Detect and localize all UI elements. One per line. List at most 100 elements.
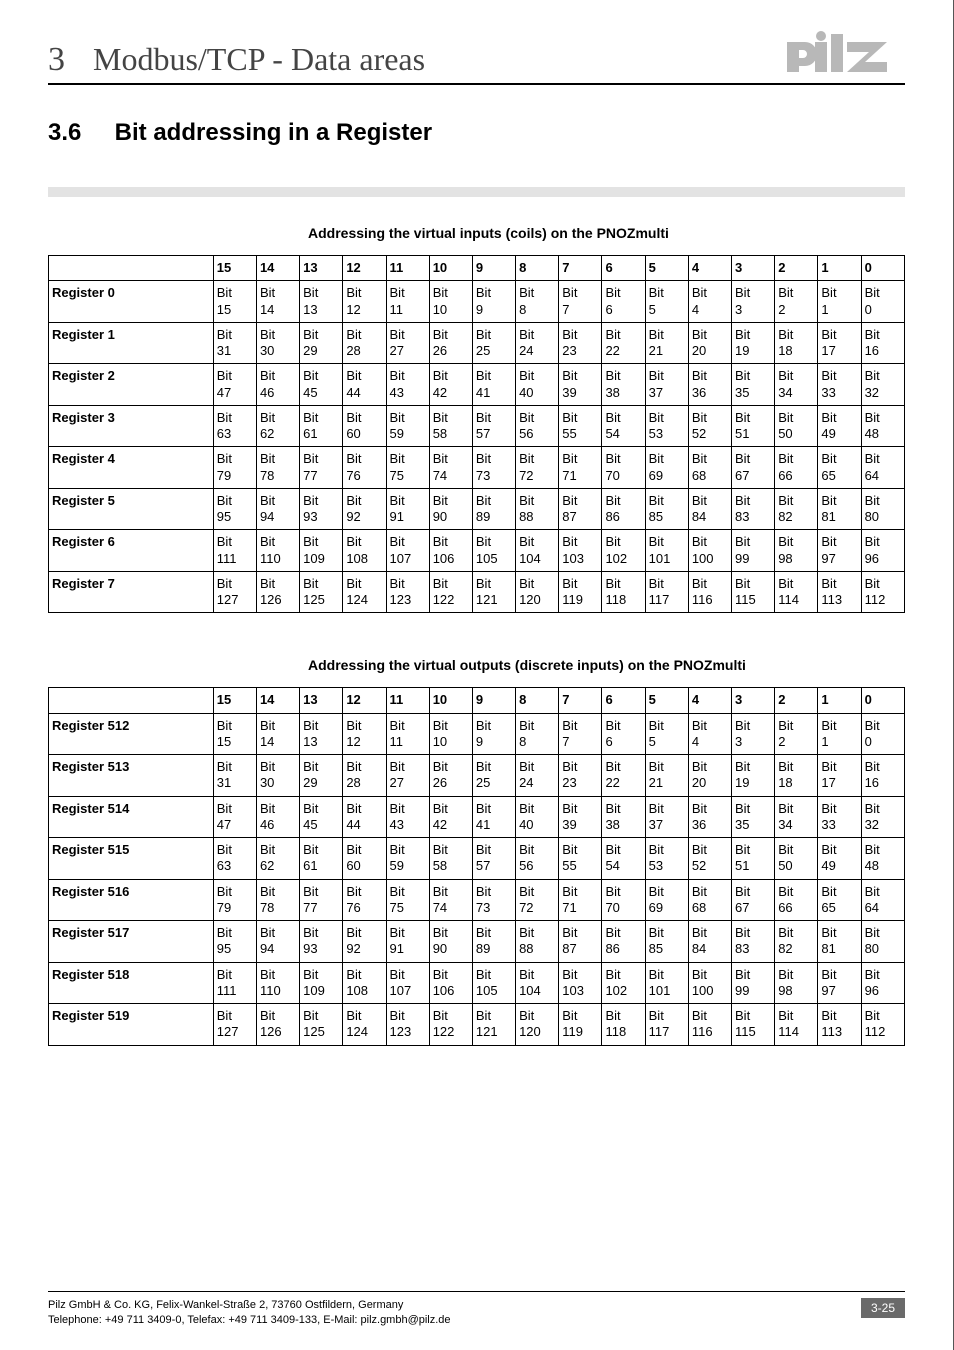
table-cell: Bit81 — [818, 488, 861, 530]
table-cell: Bit16 — [861, 755, 904, 797]
table-cell: Bit49 — [818, 405, 861, 447]
table-cell: Bit63 — [213, 838, 256, 880]
table-cell: Bit71 — [559, 447, 602, 489]
table-cell: Bit9 — [472, 713, 515, 755]
table-cell: Bit19 — [732, 755, 775, 797]
table-cell: Bit77 — [300, 879, 343, 921]
table-corner — [49, 688, 214, 713]
column-header: 11 — [386, 256, 429, 281]
table-cell: Bit104 — [516, 530, 559, 572]
table-row: Register 515Bit63Bit62Bit61Bit60Bit59Bit… — [49, 838, 905, 880]
column-header: 0 — [861, 256, 904, 281]
column-header: 10 — [429, 256, 472, 281]
table-cell: Bit69 — [645, 879, 688, 921]
table-cell: Bit8 — [516, 713, 559, 755]
table-cell: Bit25 — [472, 755, 515, 797]
table-cell: Bit105 — [472, 530, 515, 572]
column-header: 8 — [516, 688, 559, 713]
table-cell: Bit106 — [429, 530, 472, 572]
row-header: Register 519 — [49, 1004, 214, 1046]
table-cell: Bit109 — [300, 530, 343, 572]
table-cell: Bit31 — [213, 322, 256, 364]
table-cell: Bit101 — [645, 530, 688, 572]
table-cell: Bit12 — [343, 281, 386, 323]
table-cell: Bit36 — [688, 364, 731, 406]
column-header: 14 — [256, 256, 299, 281]
column-header: 11 — [386, 688, 429, 713]
table-caption: Addressing the virtual outputs (discrete… — [48, 657, 905, 673]
table-cell: Bit68 — [688, 447, 731, 489]
table-cell: Bit11 — [386, 713, 429, 755]
table-cell: Bit32 — [861, 796, 904, 838]
table-cell: Bit2 — [775, 713, 818, 755]
table-cell: Bit59 — [386, 838, 429, 880]
table-row: Register 514Bit47Bit46Bit45Bit44Bit43Bit… — [49, 796, 905, 838]
table-cell: Bit65 — [818, 447, 861, 489]
row-header: Register 5 — [49, 488, 214, 530]
table-cell: Bit55 — [559, 405, 602, 447]
table-cell: Bit126 — [256, 1004, 299, 1046]
pilz-logo-icon — [785, 30, 905, 79]
table-cell: Bit49 — [818, 838, 861, 880]
table-cell: Bit60 — [343, 838, 386, 880]
table-cell: Bit99 — [732, 530, 775, 572]
table-cell: Bit61 — [300, 405, 343, 447]
table-cell: Bit118 — [602, 1004, 645, 1046]
table-cell: Bit47 — [213, 796, 256, 838]
table-cell: Bit58 — [429, 405, 472, 447]
table-cell: Bit76 — [343, 879, 386, 921]
table-cell: Bit20 — [688, 322, 731, 364]
table-corner — [49, 256, 214, 281]
table-cell: Bit101 — [645, 962, 688, 1004]
table-cell: Bit26 — [429, 322, 472, 364]
table-row: Register 517Bit95Bit94Bit93Bit92Bit91Bit… — [49, 921, 905, 963]
table-cell: Bit124 — [343, 1004, 386, 1046]
table-cell: Bit39 — [559, 796, 602, 838]
table-cell: Bit95 — [213, 488, 256, 530]
table-cell: Bit97 — [818, 530, 861, 572]
table-cell: Bit15 — [213, 281, 256, 323]
table-row: Register 6Bit111Bit110Bit109Bit108Bit107… — [49, 530, 905, 572]
table-cell: Bit118 — [602, 571, 645, 613]
table-cell: Bit96 — [861, 530, 904, 572]
table-cell: Bit125 — [300, 1004, 343, 1046]
table-cell: Bit16 — [861, 322, 904, 364]
table-row: Register 512Bit15Bit14Bit13Bit12Bit11Bit… — [49, 713, 905, 755]
table-cell: Bit27 — [386, 322, 429, 364]
table-cell: Bit111 — [213, 962, 256, 1004]
column-header: 6 — [602, 688, 645, 713]
section-heading: 3.6 Bit addressing in a Register — [48, 119, 905, 147]
table-cell: Bit79 — [213, 447, 256, 489]
table-cell: Bit96 — [861, 962, 904, 1004]
table-cell: Bit110 — [256, 962, 299, 1004]
table-cell: Bit84 — [688, 921, 731, 963]
table-cell: Bit5 — [645, 713, 688, 755]
table-cell: Bit82 — [775, 488, 818, 530]
table-cell: Bit92 — [343, 921, 386, 963]
table-cell: Bit44 — [343, 364, 386, 406]
column-header: 7 — [559, 256, 602, 281]
table-cell: Bit92 — [343, 488, 386, 530]
table-cell: Bit0 — [861, 713, 904, 755]
table-cell: Bit62 — [256, 838, 299, 880]
column-header: 4 — [688, 256, 731, 281]
table-cell: Bit84 — [688, 488, 731, 530]
table-cell: Bit111 — [213, 530, 256, 572]
table-cell: Bit81 — [818, 921, 861, 963]
column-header: 14 — [256, 688, 299, 713]
table-cell: Bit35 — [732, 364, 775, 406]
table-cell: Bit4 — [688, 713, 731, 755]
table-cell: Bit52 — [688, 838, 731, 880]
table-cell: Bit36 — [688, 796, 731, 838]
section-number: 3.6 — [48, 119, 108, 147]
table-cell: Bit115 — [732, 1004, 775, 1046]
column-header: 15 — [213, 256, 256, 281]
table-cell: Bit62 — [256, 405, 299, 447]
table-cell: Bit78 — [256, 879, 299, 921]
table-cell: Bit38 — [602, 796, 645, 838]
column-header: 13 — [300, 256, 343, 281]
table-cell: Bit13 — [300, 281, 343, 323]
column-header: 8 — [516, 256, 559, 281]
table-cell: Bit43 — [386, 796, 429, 838]
row-header: Register 3 — [49, 405, 214, 447]
